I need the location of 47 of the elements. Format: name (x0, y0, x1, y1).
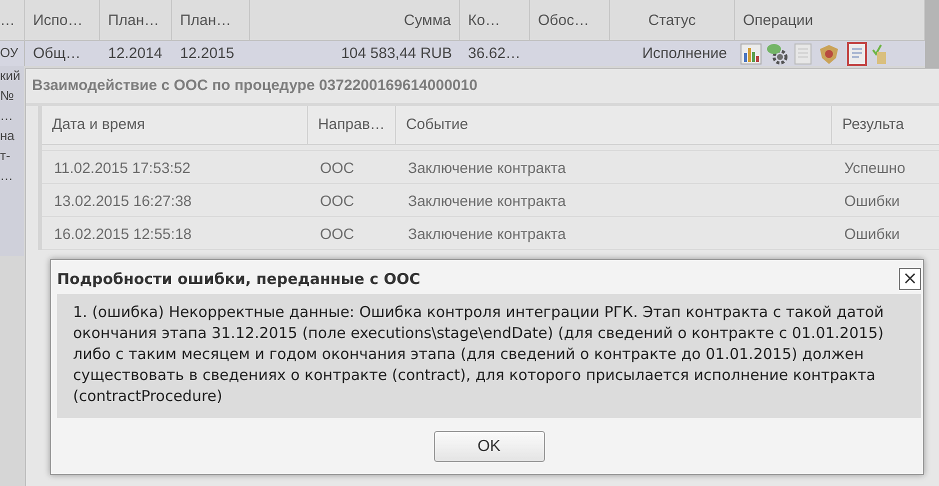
error-message: 1. (ошибка) Некорректные данные: Ошибка контроля интеграции РГК. Этап контракта с такой датой окончания этапа 31.12.2015 (поле executions\stage\endDate) (для сведений о контракте с 01.01.2015) либо с таким месяцем и годом окончания этапа (для сведений о контракте до 01.01.2015) должен существовать в сведениях о контракте (contract), для которого присылается исполнение контракта (contractProcedure) (57, 294, 921, 418)
column-header[interactable]: Испо… (25, 0, 100, 40)
table-cell-text: … (0, 167, 14, 185)
gear-icon[interactable] (766, 42, 790, 66)
column-header[interactable]: … (0, 0, 25, 40)
table-cell: Заключение контракта (408, 160, 566, 177)
column-header[interactable]: Обос… (530, 0, 610, 40)
table-cell: 12.2015 (180, 45, 234, 62)
table-cell: ООС (320, 160, 354, 177)
column-header[interactable]: Дата и время (42, 106, 308, 144)
table-cell: Заключение контракта (408, 193, 566, 210)
table-cell: 11.02.2015 17:53:52 (54, 160, 191, 177)
table-cell: 13.02.2015 16:27:38 (54, 193, 192, 210)
column-header[interactable]: Направ… (308, 106, 396, 144)
dialog-title: Подробности ошибки, переданные с ООС (57, 270, 420, 288)
column-header[interactable]: Сумма (250, 0, 460, 40)
column-header[interactable]: План… (100, 0, 172, 40)
table-cell-text: кий (0, 67, 22, 85)
table-cell: Общ… (33, 45, 81, 62)
table-cell: Успешно (844, 160, 906, 177)
table-cell: 16.02.2015 12:55:18 (54, 226, 192, 243)
table-cell: 12.2014 (108, 45, 162, 62)
checklist-icon[interactable] (872, 42, 886, 66)
table-cell-text: на (0, 127, 16, 145)
column-header[interactable]: Результа (832, 106, 939, 144)
column-header[interactable]: Ко… (460, 0, 530, 40)
column-header[interactable]: План… (172, 0, 250, 40)
table-cell-text: … (0, 107, 14, 125)
close-button[interactable]: × (899, 268, 921, 290)
table-row[interactable]: ОУ Общ… 12.2014 12.2015 104 583,44 RUB 36.62… Исполнение (0, 41, 925, 66)
table-cell: Ошибки (844, 226, 900, 243)
bar-chart-icon[interactable] (740, 42, 762, 64)
table-cell: Заключение контракта (408, 226, 566, 243)
table-cell: 104 583,44 RUB (341, 45, 452, 62)
scrollbar[interactable] (925, 0, 939, 68)
table-cell-text: № (0, 87, 15, 105)
notebook-icon[interactable] (846, 42, 868, 66)
table-cell: 36.62… (468, 45, 521, 62)
table-cell: Ошибки (844, 193, 900, 210)
table-cell: Исполнение (642, 45, 727, 62)
column-header[interactable]: Статус (610, 0, 735, 40)
table-cell: ООС (320, 226, 354, 243)
column-header[interactable]: Событие (396, 106, 832, 144)
table-cell-text: т- (0, 147, 12, 165)
ok-button[interactable]: OK (434, 431, 544, 462)
table-cell: ООС (320, 193, 354, 210)
table-cell-text: ОУ (0, 44, 20, 62)
